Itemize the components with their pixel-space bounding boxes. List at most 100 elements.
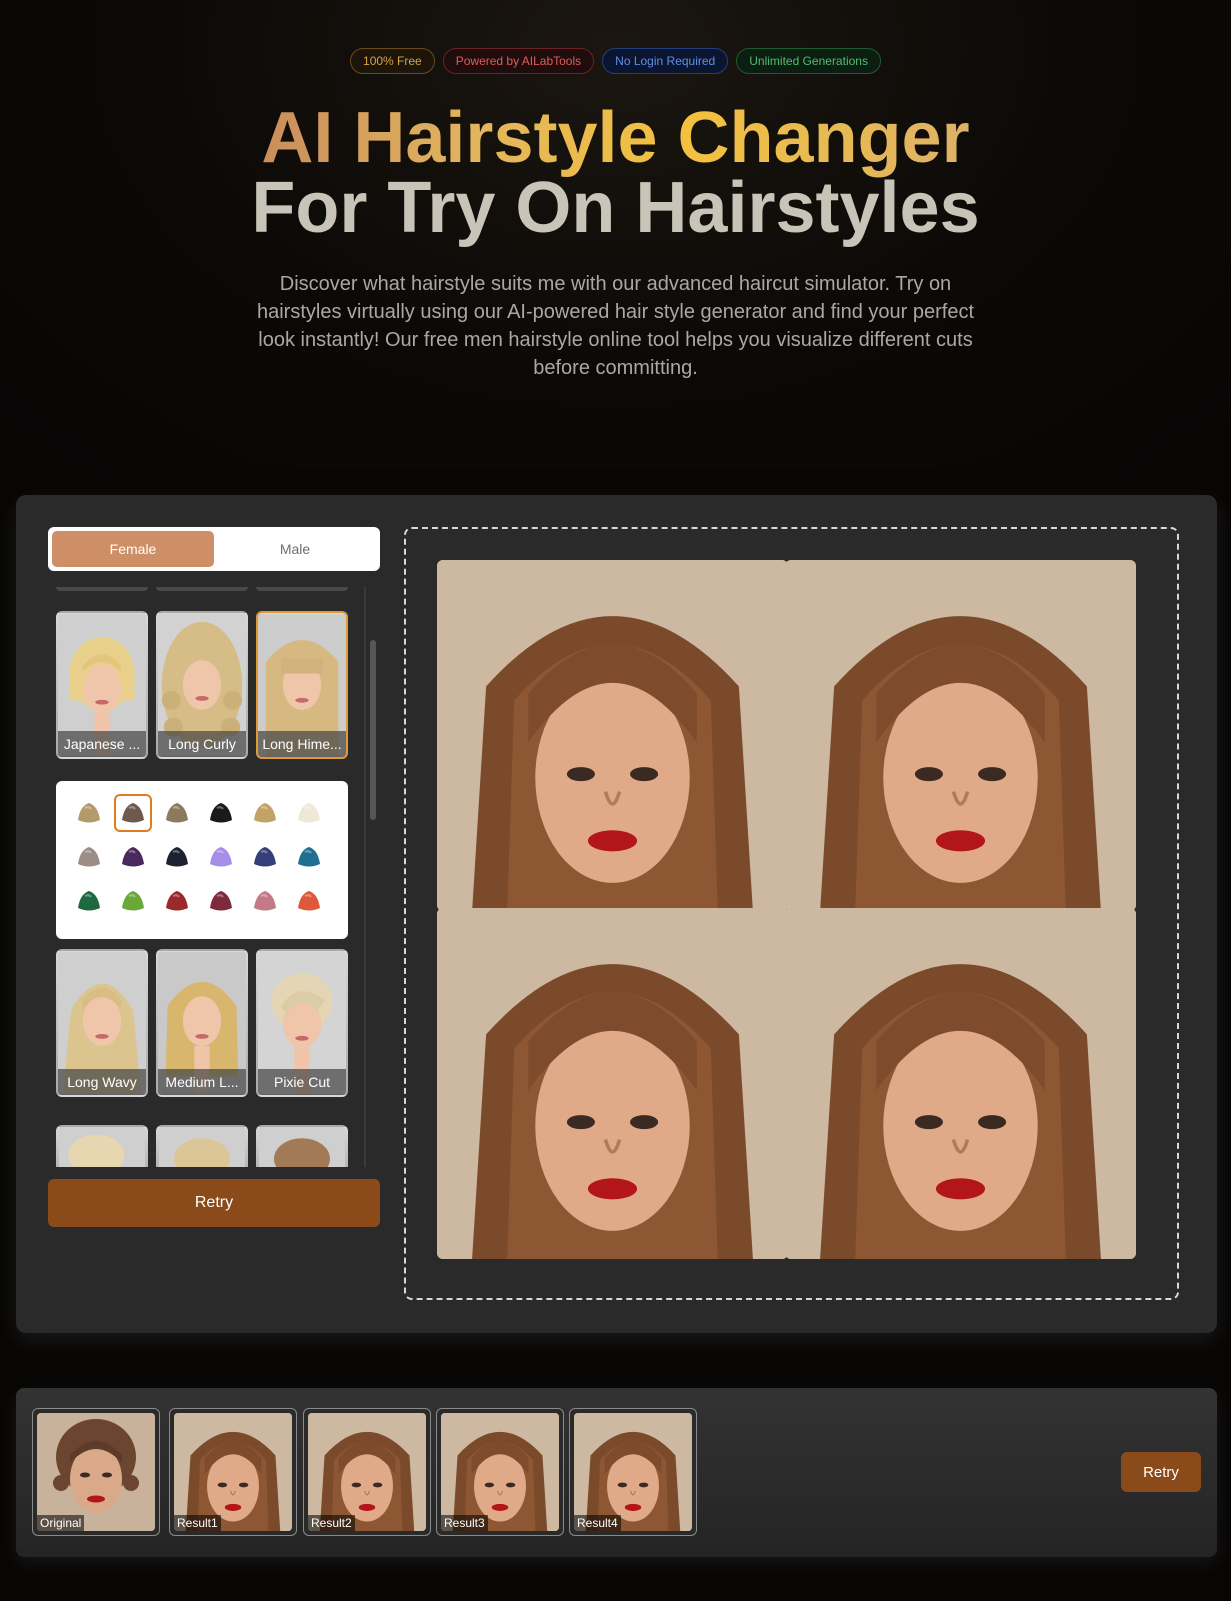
hero-description: Discover what hairstyle suits me with ou…: [256, 273, 975, 379]
hair-color-swatch[interactable]: [202, 838, 240, 876]
history-thumb-label: Original: [37, 1515, 85, 1531]
hairstyle-list-scrollbar-track[interactable]: [364, 587, 366, 1167]
hairstyle-preview-image: [259, 1127, 345, 1167]
result-dropzone: [404, 527, 1179, 1300]
history-thumb-result2[interactable]: Result2: [303, 1408, 431, 1536]
hair-color-swatch[interactable]: [70, 794, 108, 832]
badge-no-login: No Login Required: [602, 48, 729, 74]
hairstyle-card-partial[interactable]: [256, 1125, 348, 1167]
history-thumb-original[interactable]: Original: [32, 1408, 160, 1536]
hair-color-swatch[interactable]: [202, 882, 240, 920]
badge-free: 100% Free: [350, 48, 435, 74]
hair-color-swatch[interactable]: [70, 838, 108, 876]
result-image-4[interactable]: [785, 908, 1136, 1259]
hairstyle-card-partial[interactable]: [256, 587, 348, 591]
history-thumb-label: Result3: [441, 1515, 488, 1531]
history-thumb-result1[interactable]: Result1: [169, 1408, 297, 1536]
page-subtitle: For Try On Hairstyles: [251, 168, 980, 248]
hair-dye-icon: [298, 803, 320, 823]
hair-dye-icon: [210, 847, 232, 867]
hair-dye-icon: [166, 891, 188, 911]
hairstyle-card-pixie-cut[interactable]: Pixie Cut: [256, 949, 348, 1097]
hairstyle-label: Long Curly: [158, 731, 246, 757]
hair-dye-icon: [78, 847, 100, 867]
result-image-1[interactable]: [437, 560, 788, 911]
history-thumb-label: Result2: [308, 1515, 355, 1531]
hair-dye-icon: [254, 803, 276, 823]
hair-dye-icon: [298, 891, 320, 911]
hairstyle-label: Medium L...: [158, 1069, 246, 1095]
hair-dye-icon: [78, 891, 100, 911]
hair-color-swatch[interactable]: [246, 794, 284, 832]
hairstyle-card-long-curly[interactable]: Long Curly: [156, 611, 248, 759]
hair-color-swatch[interactable]: [246, 882, 284, 920]
hair-dye-icon: [166, 847, 188, 867]
portrait-image: [441, 1413, 559, 1531]
result-image-3[interactable]: [437, 908, 788, 1259]
history-panel: Original Result1 Result2 Result3 Result4…: [16, 1388, 1217, 1557]
portrait-result-image: [574, 1413, 692, 1531]
history-thumb-image: Original: [37, 1413, 155, 1531]
history-retry-button[interactable]: Retry: [1121, 1452, 1201, 1492]
hair-dye-icon: [254, 847, 276, 867]
hairstyle-card-japanese[interactable]: Japanese ...: [56, 611, 148, 759]
history-thumb-label: Result1: [174, 1515, 221, 1531]
hairstyle-list-scrollbar-thumb[interactable]: [370, 640, 376, 820]
hair-color-swatch[interactable]: [158, 838, 196, 876]
gender-female-button[interactable]: Female: [52, 531, 214, 567]
hair-color-swatch[interactable]: [158, 882, 196, 920]
history-thumb-result4[interactable]: Result4: [569, 1408, 697, 1536]
hair-color-swatch[interactable]: [290, 838, 328, 876]
hair-color-swatch[interactable]: [246, 838, 284, 876]
history-thumb-image: Result4: [574, 1413, 692, 1531]
hair-dye-icon: [210, 891, 232, 911]
hair-color-swatch[interactable]: [114, 838, 152, 876]
portrait-image: [574, 1413, 692, 1531]
hair-dye-icon: [122, 847, 144, 867]
history-thumb-image: Result1: [174, 1413, 292, 1531]
portrait-result-image: [174, 1413, 292, 1531]
portrait-image: [308, 1413, 426, 1531]
history-thumb-label: Result4: [574, 1515, 621, 1531]
portrait-image: [785, 908, 1136, 1259]
history-thumb-result3[interactable]: Result3: [436, 1408, 564, 1536]
hair-color-swatch[interactable]: [290, 794, 328, 832]
badge-powered-by: Powered by AILabTools: [442, 48, 595, 74]
hairstyle-label: Long Hime...: [258, 731, 346, 757]
hairstyle-card-long-wavy[interactable]: Long Wavy: [56, 949, 148, 1097]
hairstyle-label: Long Wavy: [58, 1069, 146, 1095]
hair-color-palette: [56, 781, 348, 939]
portrait-image: [174, 1413, 292, 1531]
hairstyle-card-partial[interactable]: [56, 1125, 148, 1167]
hair-dye-icon: [78, 803, 100, 823]
hair-dye-icon: [122, 803, 144, 823]
hairstyle-row-partial-top: [56, 587, 348, 591]
hairstyle-card-medium-long[interactable]: Medium L...: [156, 949, 248, 1097]
hair-dye-icon: [254, 891, 276, 911]
hairstyle-row: Long Wavy Medium L... Pixie Cut: [56, 949, 348, 1097]
badge-row: 100% Free Powered by AILabTools No Login…: [0, 48, 1231, 74]
result-image-2[interactable]: [785, 560, 1136, 911]
hairstyle-card-long-hime[interactable]: Long Hime...: [256, 611, 348, 759]
hair-color-swatch[interactable]: [114, 882, 152, 920]
gender-toggle: Female Male: [48, 527, 380, 571]
hair-color-swatch[interactable]: [202, 794, 240, 832]
hair-dye-icon: [298, 847, 320, 867]
hairstyle-list[interactable]: Japanese ... Long Curly Long Hime... Lon…: [48, 587, 378, 1167]
hair-color-swatch[interactable]: [158, 794, 196, 832]
hair-color-swatch[interactable]: [70, 882, 108, 920]
portrait-image: [785, 560, 1136, 911]
portrait-image: [437, 560, 788, 911]
hairstyle-card-partial[interactable]: [56, 587, 148, 591]
hairstyle-preview-image: [159, 1127, 245, 1167]
hairstyle-label: Pixie Cut: [258, 1069, 346, 1095]
portrait-result-image: [308, 1413, 426, 1531]
hairstyle-card-partial[interactable]: [156, 1125, 248, 1167]
badge-unlimited: Unlimited Generations: [736, 48, 881, 74]
retry-button[interactable]: Retry: [48, 1179, 380, 1227]
gender-male-button[interactable]: Male: [214, 531, 376, 567]
hair-color-swatch[interactable]: [114, 794, 152, 832]
hairstyle-card-partial[interactable]: [156, 587, 248, 591]
hair-dye-icon: [122, 891, 144, 911]
hair-color-swatch[interactable]: [290, 882, 328, 920]
